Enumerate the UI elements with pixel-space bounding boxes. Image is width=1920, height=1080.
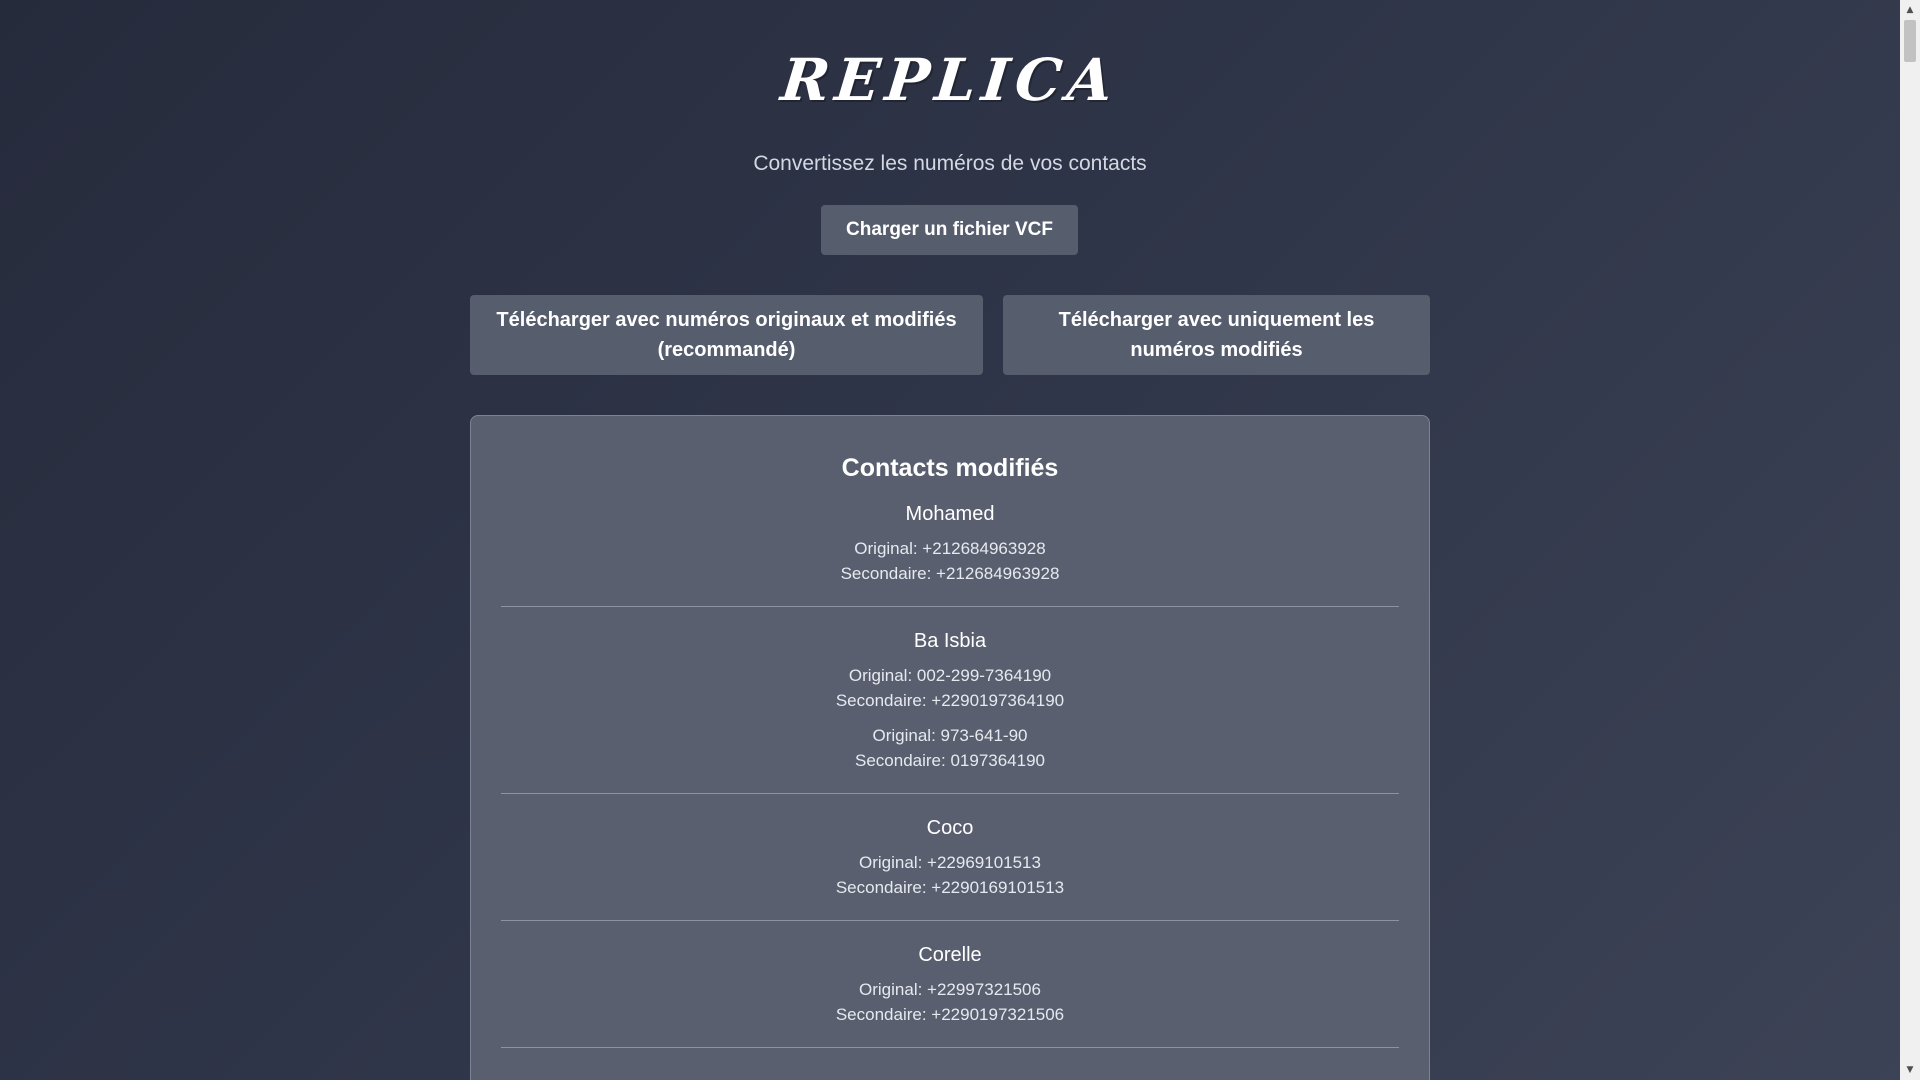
original-number: Original: 973-641-90	[872, 726, 1028, 745]
contacts-panel: Contacts modifiés Mohamed Original: +2126…	[470, 415, 1430, 1080]
contact-item: Mohamed Original: +212684963928 Secondaire…	[501, 500, 1399, 607]
scrollbar-thumb[interactable]	[1904, 20, 1916, 62]
contact-item: Ba Isbia Original: 002-299-7364190 Seconda…	[501, 627, 1399, 794]
secondary-number: Secondaire: +2290197321506	[835, 1005, 1065, 1024]
vertical-scrollbar[interactable]: ▲ ▼	[1900, 0, 1920, 1080]
scroll-down-arrow-icon[interactable]: ▼	[1900, 1062, 1920, 1078]
contact-name: Coco	[926, 817, 974, 839]
contact-name: Ba Isbia	[913, 630, 987, 652]
original-number: Original: +22969101513	[859, 853, 1041, 872]
upload-vcf-button[interactable]: Charger un fichier VCF	[821, 205, 1078, 255]
page: REPLICA Convertissez les numéros de vos …	[0, 0, 1900, 1080]
secondary-number: Secondaire: +2290169101513	[835, 878, 1065, 897]
secondary-number: Secondaire: 0197364190	[855, 751, 1045, 770]
secondary-number: Secondaire: +212684963928	[840, 564, 1060, 583]
contact-item: Coco Original: +22969101513 Secondaire: +2…	[501, 814, 1399, 921]
number-pair: Original: +212684963928 Secondaire: +2126…	[501, 536, 1399, 586]
app-logo: REPLICA	[777, 46, 1123, 114]
secondary-number: Secondaire: +2290197364190	[835, 691, 1065, 710]
download-modified-only-button[interactable]: Télécharger avec uniquement les numéros …	[1003, 295, 1430, 375]
original-number: Original: 002-299-7364190	[848, 666, 1052, 685]
contact-name: Mohamed	[905, 503, 995, 525]
number-pair: Original: +22969101513 Secondaire: +22901…	[501, 850, 1399, 900]
panel-title: Contacts modifiés	[841, 454, 1059, 482]
original-number: Original: +212684963928	[854, 539, 1046, 558]
download-original-and-modified-button[interactable]: Télécharger avec numéros originaux et mo…	[470, 295, 983, 375]
contact-list: Mohamed Original: +212684963928 Secondaire…	[501, 500, 1399, 1048]
number-pair: Original: 973-641-90 Secondaire: 01973641…	[501, 723, 1399, 773]
contact-item: Corelle Original: +22997321506 Secondaire:…	[501, 941, 1399, 1048]
scroll-up-arrow-icon[interactable]: ▲	[1900, 2, 1920, 18]
contact-name: Corelle	[918, 944, 982, 966]
number-pair: Original: 002-299-7364190 Secondaire: +22…	[501, 663, 1399, 713]
original-number: Original: +22997321506	[859, 980, 1041, 999]
page-subtitle: Convertissez les numéros de vos contacts	[753, 152, 1147, 175]
number-pair: Original: +22997321506 Secondaire: +22901…	[501, 977, 1399, 1027]
